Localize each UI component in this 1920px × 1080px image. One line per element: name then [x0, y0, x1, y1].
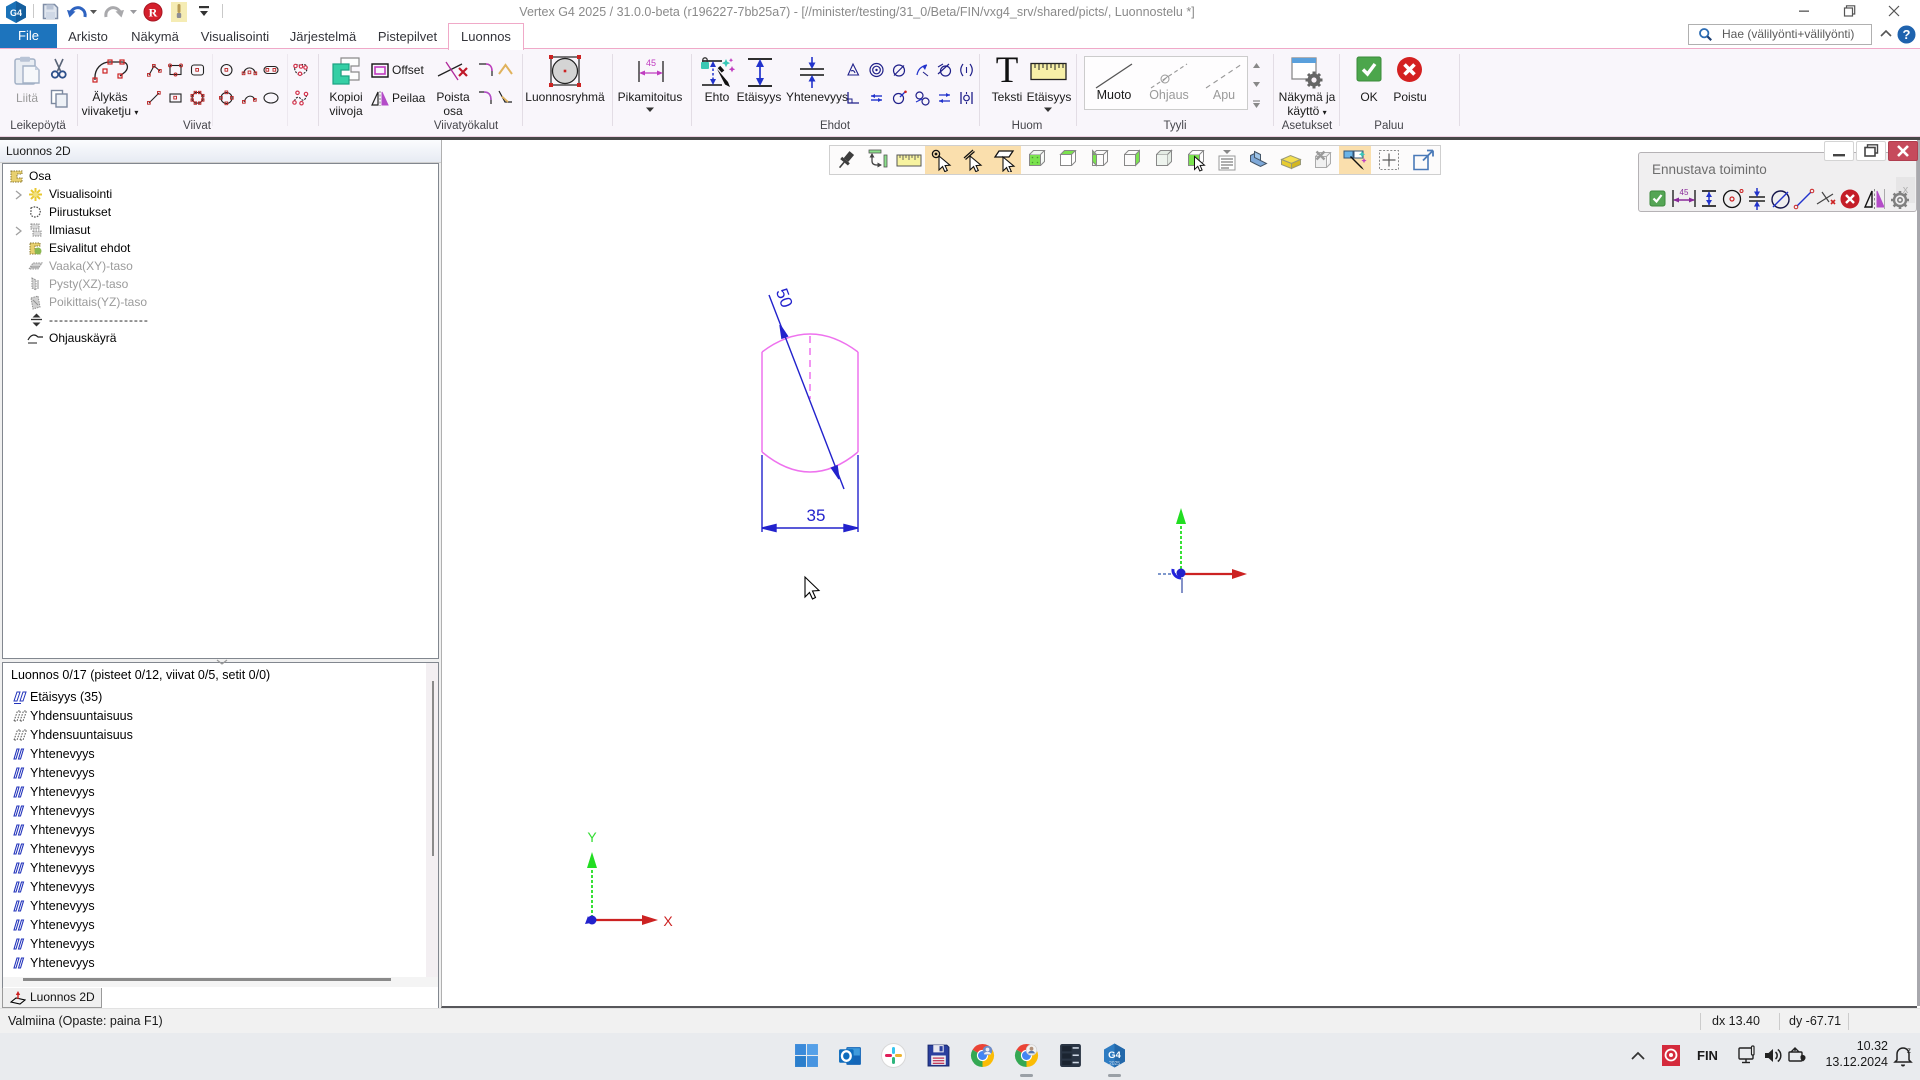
svg-text:45: 45 [1680, 188, 1689, 197]
svg-text:?: ? [1903, 27, 1911, 42]
svg-text:2025: 2025 [1109, 1061, 1120, 1067]
svg-text:45: 45 [646, 58, 656, 68]
svg-text:Y: Y [587, 829, 597, 845]
svg-text:z: z [1907, 1046, 1911, 1055]
svg-text:G4: G4 [10, 8, 22, 18]
svg-text:G4: G4 [1108, 1050, 1121, 1061]
svg-text:X: X [663, 913, 673, 929]
svg-text:35: 35 [807, 506, 826, 525]
svg-text:50: 50 [772, 286, 797, 310]
svg-text:R: R [149, 6, 158, 20]
